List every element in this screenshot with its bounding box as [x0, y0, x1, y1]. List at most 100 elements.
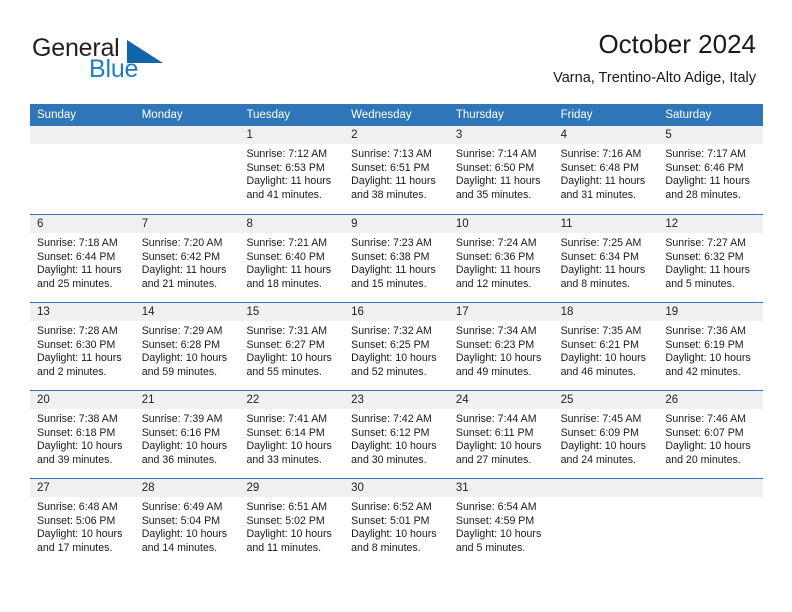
calendar-day-cell[interactable]: 23 Sunrise: 7:42 AM Sunset: 6:12 PM Dayligh…	[344, 391, 449, 478]
daylight-text: Daylight: 10 hours	[455, 528, 542, 541]
calendar-day-cell-empty	[30, 126, 135, 214]
sunrise-text: Sunrise: 7:14 AM	[455, 148, 537, 160]
daylight-text: and 17 minutes.	[37, 541, 113, 554]
daylight-text: and 27 minutes.	[455, 453, 532, 466]
sunset-text: Sunset: 6:27 PM	[246, 338, 325, 351]
calendar-day-cell[interactable]: 26 Sunrise: 7:46 AM Sunset: 6:07 PM Dayligh…	[658, 391, 764, 478]
calendar-day-cell[interactable]: 7 Sunrise: 7:20 AM Sunset: 6:42 PM Daylight…	[134, 215, 240, 302]
daylight-text: Daylight: 10 hours	[455, 352, 542, 365]
calendar-day-cell[interactable]: 22 Sunrise: 7:41 AM Sunset: 6:14 PM Dayligh…	[239, 391, 345, 478]
daylight-text: and 33 minutes.	[246, 453, 322, 466]
sunrise-text: Sunrise: 7:24 AM	[455, 237, 537, 249]
calendar-week-row: 13 Sunrise: 7:28 AM Sunset: 6:30 PM Dayligh…	[30, 302, 764, 390]
sunrise-text: Sunrise: 7:20 AM	[141, 237, 223, 249]
day-details: Sunrise: 7:28 AM Sunset: 6:30 PM Daylight:…	[30, 321, 135, 379]
day-details: Sunrise: 7:23 AM Sunset: 6:38 PM Daylight:…	[344, 233, 449, 291]
sunset-text: Sunset: 6:25 PM	[351, 338, 430, 351]
calendar-day-cell[interactable]: 29 Sunrise: 6:51 AM Sunset: 5:02 PM Dayligh…	[239, 479, 345, 566]
calendar-day-cell[interactable]: 11 Sunrise: 7:25 AM Sunset: 6:34 PM Dayligh…	[553, 215, 659, 302]
calendar-day-cell[interactable]: 9 Sunrise: 7:23 AM Sunset: 6:38 PM Daylight…	[344, 215, 449, 302]
daylight-text: Daylight: 11 hours	[37, 352, 122, 365]
day-number: 1	[239, 126, 345, 144]
calendar-day-cell[interactable]: 20 Sunrise: 7:38 AM Sunset: 6:18 PM Dayligh…	[30, 391, 135, 478]
calendar-day-cell[interactable]: 17 Sunrise: 7:34 AM Sunset: 6:23 PM Dayligh…	[448, 303, 554, 390]
day-number: 22	[239, 391, 345, 409]
daylight-text: Daylight: 10 hours	[351, 352, 437, 365]
sunrise-text: Sunrise: 7:44 AM	[455, 413, 537, 425]
calendar-day-cell[interactable]: 28 Sunrise: 6:49 AM Sunset: 5:04 PM Dayligh…	[134, 479, 240, 566]
calendar-day-cell[interactable]: 31 Sunrise: 6:54 AM Sunset: 4:59 PM Dayligh…	[448, 479, 554, 566]
daylight-text: Daylight: 11 hours	[560, 264, 646, 277]
sunset-text: Sunset: 6:44 PM	[37, 250, 116, 263]
sunset-text: Sunset: 6:11 PM	[455, 426, 534, 439]
calendar-day-cell[interactable]: 8 Sunrise: 7:21 AM Sunset: 6:40 PM Daylight…	[239, 215, 345, 302]
calendar-day-cell[interactable]: 19 Sunrise: 7:36 AM Sunset: 6:19 PM Dayligh…	[658, 303, 764, 390]
calendar-day-cell[interactable]: 4 Sunrise: 7:16 AM Sunset: 6:48 PM Daylight…	[553, 126, 659, 214]
calendar-day-cell[interactable]: 6 Sunrise: 7:18 AM Sunset: 6:44 PM Daylight…	[30, 215, 135, 302]
daylight-text: Daylight: 10 hours	[246, 440, 332, 453]
day-number: 30	[344, 479, 449, 497]
calendar-day-cell[interactable]: 3 Sunrise: 7:14 AM Sunset: 6:50 PM Daylight…	[448, 126, 554, 214]
calendar-week-row: 20 Sunrise: 7:38 AM Sunset: 6:18 PM Dayligh…	[30, 390, 764, 478]
daylight-text: and 11 minutes.	[246, 541, 322, 554]
calendar-day-cell[interactable]: 10 Sunrise: 7:24 AM Sunset: 6:36 PM Dayligh…	[448, 215, 554, 302]
calendar-day-cell[interactable]: 27 Sunrise: 6:48 AM Sunset: 5:06 PM Dayligh…	[30, 479, 135, 566]
calendar-page: General Blue October 2024 Varna, Trentin…	[0, 0, 792, 612]
brand-logo[interactable]: General Blue	[32, 34, 252, 86]
sunrise-text: Sunrise: 7:16 AM	[560, 148, 642, 160]
calendar-day-cell[interactable]: 12 Sunrise: 7:27 AM Sunset: 6:32 PM Dayligh…	[658, 215, 764, 302]
day-details: Sunrise: 7:46 AM Sunset: 6:07 PM Daylight:…	[658, 409, 763, 467]
sunset-text: Sunset: 6:42 PM	[141, 250, 221, 263]
sunset-text: Sunset: 5:01 PM	[351, 514, 430, 527]
sunset-text: Sunset: 6:09 PM	[560, 426, 639, 439]
day-number: 5	[658, 126, 764, 144]
daylight-text: Daylight: 11 hours	[141, 264, 227, 277]
calendar-day-cell[interactable]: 15 Sunrise: 7:31 AM Sunset: 6:27 PM Dayligh…	[239, 303, 345, 390]
daylight-text: Daylight: 10 hours	[665, 440, 751, 453]
weekday-header-monday: Monday	[141, 109, 183, 121]
calendar-day-cell[interactable]: 13 Sunrise: 7:28 AM Sunset: 6:30 PM Dayligh…	[30, 303, 135, 390]
sunrise-text: Sunrise: 7:45 AM	[560, 413, 642, 425]
calendar-day-cell[interactable]: 18 Sunrise: 7:35 AM Sunset: 6:21 PM Dayligh…	[553, 303, 659, 390]
calendar-day-cell[interactable]: 1 Sunrise: 7:12 AM Sunset: 6:53 PM Daylight…	[239, 126, 345, 214]
calendar-day-cell[interactable]: 16 Sunrise: 7:32 AM Sunset: 6:25 PM Dayligh…	[344, 303, 449, 390]
daylight-text: and 39 minutes.	[37, 453, 113, 466]
day-number: 28	[134, 479, 240, 497]
day-number: 15	[239, 303, 345, 321]
sunset-text: Sunset: 6:28 PM	[141, 338, 221, 351]
day-details	[554, 497, 659, 501]
sunrise-text: Sunrise: 7:17 AM	[665, 148, 746, 160]
calendar-day-cell-empty	[134, 126, 240, 214]
daylight-text: and 49 minutes.	[455, 365, 532, 378]
day-details: Sunrise: 6:48 AM Sunset: 5:06 PM Daylight:…	[30, 497, 135, 555]
sunrise-text: Sunrise: 7:31 AM	[246, 325, 328, 337]
sunset-text: Sunset: 6:34 PM	[560, 250, 639, 263]
sunrise-text: Sunrise: 6:51 AM	[246, 501, 328, 513]
daylight-text: Daylight: 11 hours	[455, 175, 541, 188]
calendar-day-cell[interactable]: 5 Sunrise: 7:17 AM Sunset: 6:46 PM Daylight…	[658, 126, 764, 214]
day-number: 26	[658, 391, 764, 409]
daylight-text: and 8 minutes.	[351, 541, 421, 554]
calendar-day-cell[interactable]: 30 Sunrise: 6:52 AM Sunset: 5:01 PM Dayligh…	[344, 479, 449, 566]
calendar-day-cell[interactable]: 21 Sunrise: 7:39 AM Sunset: 6:16 PM Dayligh…	[134, 391, 240, 478]
daylight-text: Daylight: 11 hours	[351, 175, 436, 188]
calendar-day-cell[interactable]: 2 Sunrise: 7:13 AM Sunset: 6:51 PM Daylight…	[344, 126, 449, 214]
sunrise-text: Sunrise: 7:28 AM	[37, 325, 118, 337]
daylight-text: and 30 minutes.	[351, 453, 427, 466]
calendar-day-cell[interactable]: 24 Sunrise: 7:44 AM Sunset: 6:11 PM Dayligh…	[448, 391, 554, 478]
sunset-text: Sunset: 6:14 PM	[246, 426, 325, 439]
calendar-day-cell[interactable]: 25 Sunrise: 7:45 AM Sunset: 6:09 PM Dayligh…	[553, 391, 659, 478]
sunrise-text: Sunrise: 6:54 AM	[455, 501, 537, 513]
sunrise-text: Sunrise: 7:42 AM	[351, 413, 432, 425]
sunrise-text: Sunrise: 7:29 AM	[141, 325, 223, 337]
sunset-text: Sunset: 6:16 PM	[141, 426, 221, 439]
day-details: Sunrise: 7:12 AM Sunset: 6:53 PM Daylight:…	[239, 144, 344, 202]
day-details: Sunrise: 6:54 AM Sunset: 4:59 PM Daylight:…	[449, 497, 554, 555]
sunset-text: Sunset: 6:07 PM	[665, 426, 744, 439]
calendar-day-cell[interactable]: 14 Sunrise: 7:29 AM Sunset: 6:28 PM Dayligh…	[134, 303, 240, 390]
sunrise-text: Sunrise: 6:48 AM	[37, 501, 118, 513]
daylight-text: and 55 minutes.	[246, 365, 322, 378]
daylight-text: and 31 minutes.	[560, 188, 636, 201]
day-details	[658, 497, 763, 501]
calendar-day-cell-empty	[658, 479, 764, 566]
